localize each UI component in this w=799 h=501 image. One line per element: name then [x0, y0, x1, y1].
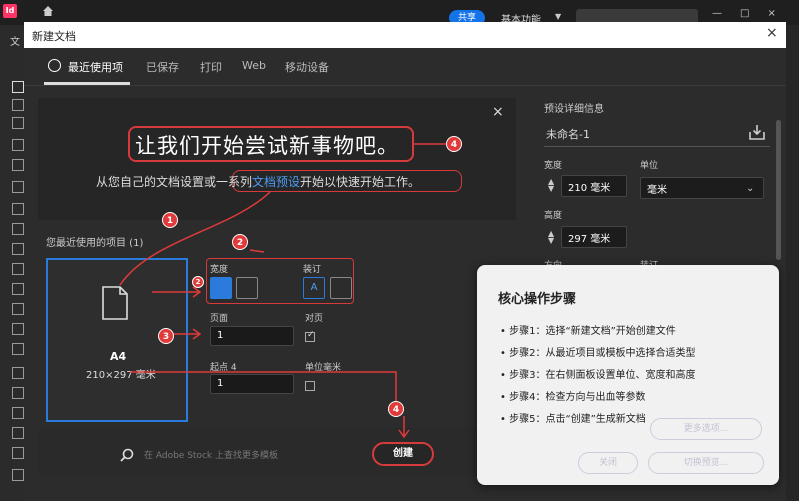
step-item: • 步骤4：检查方向与出血等参数	[500, 392, 646, 403]
step-badge: 4	[446, 136, 462, 152]
indesign-window: Id 共享 基本功能 ▼ —□× 文 新建文档 × 最近使用项 已保存 打印 W…	[0, 0, 799, 501]
step-badge: 2	[192, 276, 204, 288]
step-item: • 步骤3：在右侧面板设置单位、宽度和高度	[500, 370, 696, 381]
step-badge: 2	[232, 234, 248, 250]
step-item: • 步骤5：点击“创建”生成新文档	[500, 414, 646, 425]
step-badge: 4	[388, 401, 404, 417]
step-badge: 3	[158, 328, 174, 344]
step-item: • 步骤2：从最近项目或模板中选择合适类型	[500, 348, 696, 359]
more-options-button[interactable]: 更多选项...	[650, 418, 762, 440]
preview-button[interactable]: 切换预览...	[648, 452, 764, 474]
close-button[interactable]: 关闭	[578, 452, 638, 474]
step-badge: 1	[162, 212, 178, 228]
steps-title: 核心操作步骤	[498, 292, 577, 307]
step-item: • 步骤1：选择“新建文档”开始创建文件	[500, 326, 676, 337]
